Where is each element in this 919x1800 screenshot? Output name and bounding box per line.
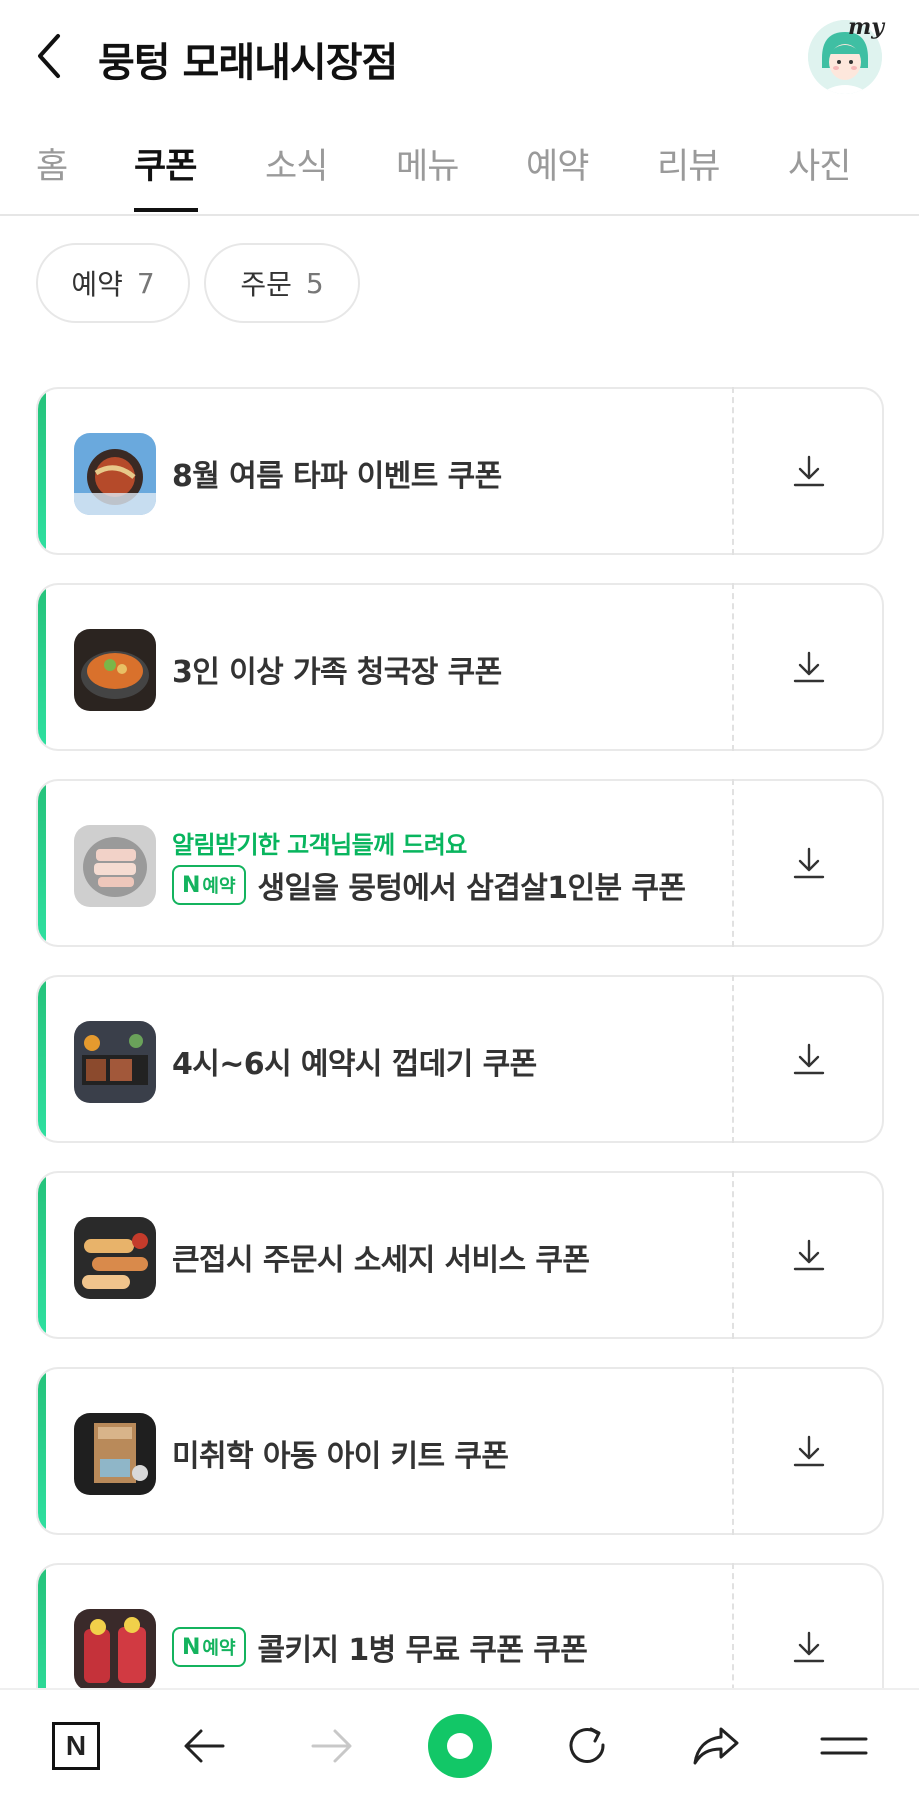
naver-reservation-badge: N 예약 bbox=[172, 1627, 246, 1667]
chip-count: 7 bbox=[136, 266, 155, 300]
back-button[interactable] bbox=[28, 30, 70, 82]
coupon-thumbnail bbox=[74, 825, 156, 907]
coupon-download-button[interactable] bbox=[736, 387, 884, 555]
refresh-button[interactable] bbox=[554, 1712, 622, 1780]
filter-chip-order[interactable]: 주문 5 bbox=[204, 243, 360, 323]
coupon-name: 콜키지 1병 무료 쿠폰 쿠폰 bbox=[257, 1633, 588, 1668]
coupon-card[interactable]: 4시~6시 예약시 껍데기 쿠폰 bbox=[36, 975, 884, 1143]
green-dot-button[interactable] bbox=[426, 1712, 494, 1780]
coupon-body: 3인 이상 가족 청국장 쿠폰 bbox=[36, 583, 736, 751]
download-icon bbox=[793, 1239, 825, 1271]
coupon-card[interactable]: 3인 이상 가족 청국장 쿠폰 bbox=[36, 583, 884, 751]
badge-prefix: N bbox=[182, 1634, 201, 1660]
coupon-card[interactable]: 큰접시 주문시 소세지 서비스 쿠폰 bbox=[36, 1171, 884, 1339]
chevron-left-icon bbox=[38, 34, 60, 78]
tab-menu[interactable]: 메뉴 bbox=[396, 138, 459, 189]
coupon-accent-bar bbox=[38, 389, 46, 553]
naver-reservation-badge: N 예약 bbox=[172, 865, 246, 905]
coupon-title-row: N 예약 콜키지 1병 무료 쿠폰 쿠폰 bbox=[172, 1625, 588, 1669]
share-button[interactable] bbox=[682, 1712, 750, 1780]
coupon-download-button[interactable] bbox=[736, 779, 884, 947]
tab-home[interactable]: 홈 bbox=[36, 138, 68, 189]
coupon-body: 미취학 아동 아이 키트 쿠폰 bbox=[36, 1367, 736, 1535]
my-badge: my bbox=[848, 14, 885, 40]
coupon-accent-bar bbox=[38, 1173, 46, 1337]
download-icon bbox=[793, 1631, 825, 1663]
coupon-accent-bar bbox=[38, 1369, 46, 1533]
chip-label: 예약 bbox=[71, 268, 123, 301]
coupon-divider bbox=[732, 1367, 734, 1535]
header: 뭉텅 모래내시장점 my bbox=[0, 0, 919, 110]
coupon-body: 큰접시 주문시 소세지 서비스 쿠폰 bbox=[36, 1171, 736, 1339]
coupon-name: 생일을 뭉텅에서 삼겹살1인분 쿠폰 bbox=[257, 871, 686, 906]
menu-icon bbox=[820, 1737, 868, 1755]
coupon-name: 3인 이상 가족 청국장 쿠폰 bbox=[172, 655, 502, 690]
tab-coupon[interactable]: 쿠폰 bbox=[134, 138, 197, 189]
coupon-thumbnail bbox=[74, 1217, 156, 1299]
coupon-name: 큰접시 주문시 소세지 서비스 쿠폰 bbox=[172, 1243, 590, 1278]
naver-home-button[interactable]: N bbox=[42, 1712, 110, 1780]
tab-review[interactable]: 리뷰 bbox=[657, 138, 720, 189]
filter-chip-reservation[interactable]: 예약 7 bbox=[36, 243, 190, 323]
naver-home-icon: N bbox=[52, 1722, 100, 1770]
coupon-accent-bar bbox=[38, 977, 46, 1141]
download-icon bbox=[793, 455, 825, 487]
coupon-body: 알림받기한 고객님들께 드려요 N 예약 생일을 뭉텅에서 삼겹살1인분 쿠폰 bbox=[36, 779, 736, 947]
coupon-thumbnail bbox=[74, 1609, 156, 1691]
coupon-card[interactable]: 미취학 아동 아이 키트 쿠폰 bbox=[36, 1367, 884, 1535]
download-icon bbox=[793, 1043, 825, 1075]
tab-news[interactable]: 소식 bbox=[265, 138, 328, 189]
badge-label: 예약 bbox=[202, 876, 236, 897]
forward-nav-button[interactable] bbox=[298, 1712, 366, 1780]
coupon-divider bbox=[732, 387, 734, 555]
coupon-body: 8월 여름 타파 이벤트 쿠폰 bbox=[36, 387, 736, 555]
coupon-thumbnail bbox=[74, 1413, 156, 1495]
coupon-divider bbox=[732, 975, 734, 1143]
refresh-icon bbox=[569, 1727, 605, 1763]
coupon-card[interactable]: 알림받기한 고객님들께 드려요 N 예약 생일을 뭉텅에서 삼겹살1인분 쿠폰 bbox=[36, 779, 884, 947]
coupon-accent-bar bbox=[38, 781, 46, 945]
badge-prefix: N bbox=[182, 872, 201, 898]
chip-label: 주문 bbox=[240, 268, 292, 301]
coupon-download-button[interactable] bbox=[736, 583, 884, 751]
coupon-title-row: N 예약 생일을 뭉텅에서 삼겹살1인분 쿠폰 bbox=[172, 863, 686, 907]
coupon-subtitle: 알림받기한 고객님들께 드려요 bbox=[172, 831, 467, 859]
download-icon bbox=[793, 651, 825, 683]
coupon-name: 미취학 아동 아이 키트 쿠폰 bbox=[172, 1439, 509, 1474]
coupon-download-button[interactable] bbox=[736, 1367, 884, 1535]
download-icon bbox=[793, 1435, 825, 1467]
coupon-name: 8월 여름 타파 이벤트 쿠폰 bbox=[172, 459, 502, 494]
store-coupon-page: 뭉텅 모래내시장점 my 홈 쿠폰 소식 메뉴 예약 리뷰 사진 예약 7 주문… bbox=[0, 0, 919, 1800]
coupon-thumbnail bbox=[74, 1021, 156, 1103]
coupon-download-button[interactable] bbox=[736, 1171, 884, 1339]
coupon-thumbnail bbox=[74, 629, 156, 711]
share-icon bbox=[693, 1727, 739, 1765]
tab-reservation[interactable]: 예약 bbox=[526, 138, 589, 189]
download-icon bbox=[793, 847, 825, 879]
bottom-navigation: N bbox=[0, 1688, 919, 1800]
arrow-right-icon bbox=[311, 1729, 352, 1763]
arrow-left-icon bbox=[184, 1729, 225, 1763]
back-nav-button[interactable] bbox=[170, 1712, 238, 1780]
coupon-name: 4시~6시 예약시 껍데기 쿠폰 bbox=[172, 1047, 537, 1082]
coupon-thumbnail bbox=[74, 433, 156, 515]
coupon-card[interactable]: 8월 여름 타파 이벤트 쿠폰 bbox=[36, 387, 884, 555]
chip-count: 5 bbox=[305, 266, 324, 300]
green-dot-icon bbox=[428, 1714, 492, 1778]
page-title: 뭉텅 모래내시장점 bbox=[98, 40, 398, 86]
coupon-download-button[interactable] bbox=[736, 975, 884, 1143]
coupon-divider bbox=[732, 1171, 734, 1339]
active-tab-indicator bbox=[134, 208, 198, 212]
coupon-divider bbox=[732, 779, 734, 947]
coupon-accent-bar bbox=[38, 585, 46, 749]
menu-button[interactable] bbox=[810, 1712, 878, 1780]
badge-label: 예약 bbox=[202, 1638, 236, 1659]
coupon-divider bbox=[732, 583, 734, 751]
tab-bar: 홈 쿠폰 소식 메뉴 예약 리뷰 사진 bbox=[0, 120, 919, 216]
coupon-body: 4시~6시 예약시 껍데기 쿠폰 bbox=[36, 975, 736, 1143]
tab-photo[interactable]: 사진 bbox=[788, 138, 851, 189]
